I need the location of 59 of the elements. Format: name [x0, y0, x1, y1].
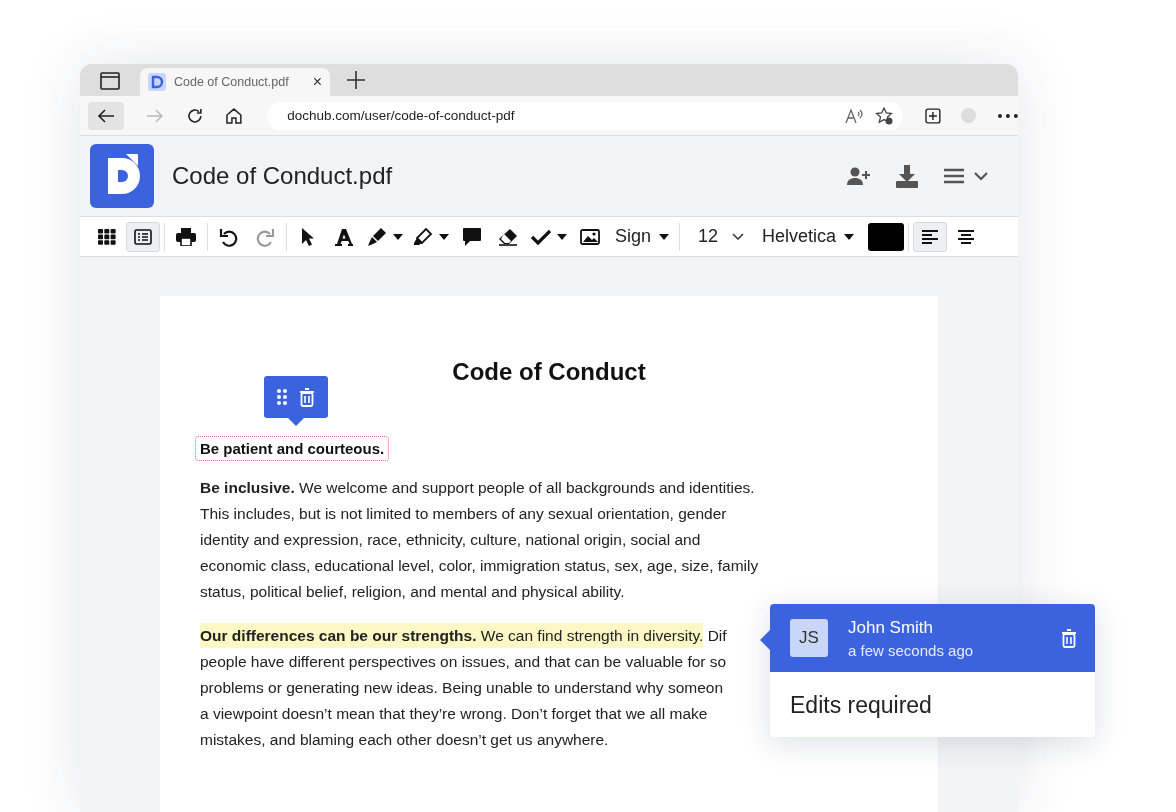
pen-icon: [367, 226, 387, 247]
grid-icon: [98, 228, 116, 245]
favicon-icon: [148, 73, 166, 91]
caret-icon: [844, 233, 855, 240]
speech-bubble-icon: [462, 226, 482, 247]
image-icon: [580, 228, 600, 245]
eraser-icon: [498, 227, 518, 246]
sign-dropdown[interactable]: Sign: [609, 221, 676, 252]
tab-title: Code of Conduct.pdf: [174, 75, 290, 89]
undo-icon: [219, 226, 239, 247]
align-left-icon: [921, 228, 940, 245]
list-icon: [134, 228, 152, 245]
checkmark-icon: [531, 228, 551, 245]
paragraph: Be inclusive. We welcome and support people of all backgrounds and identities. This includes, but is not limited to members of any sexual orientation, gender identity and expression, race, ethnicity, culture, national origin, social and economic class, educational level, color, immigration status, sex, age, size, family status, political belief, religion, and mental and physical ability.: [200, 478, 760, 602]
back-arrow-icon: [96, 108, 115, 123]
reload-icon[interactable]: [185, 106, 204, 125]
more-icon[interactable]: [998, 113, 1018, 118]
caret-icon: [557, 233, 567, 240]
chevron-icon: [974, 171, 988, 181]
chevron-icon: [732, 233, 745, 240]
caret-icon: [439, 233, 449, 240]
comment-text: Edits required: [789, 691, 933, 720]
new-tab-icon[interactable]: [346, 70, 366, 90]
text-icon: [335, 227, 353, 246]
document-title: Code of Conduct.pdf: [172, 162, 393, 190]
tab-close-button[interactable]: ×: [312, 73, 322, 91]
comment-author: John Smith: [848, 617, 935, 638]
delete-icon[interactable]: [299, 387, 315, 407]
font-size-dropdown[interactable]: 12: [684, 221, 755, 252]
printer-icon: [176, 227, 196, 246]
back-button[interactable]: [88, 101, 124, 130]
align-left-button[interactable]: [913, 221, 948, 252]
menu-button[interactable]: [944, 168, 988, 184]
add-user-icon[interactable]: [846, 166, 870, 186]
comment-time: a few seconds ago: [848, 641, 975, 659]
drag-handle-icon[interactable]: [277, 389, 287, 405]
browser-tab[interactable]: Code of Conduct.pdf ×: [140, 68, 330, 96]
align-center-icon: [957, 228, 976, 245]
cursor-icon: [301, 226, 315, 247]
logo-icon: [90, 144, 154, 208]
url-text: dochub.com/user/code-of-conduct-pdf: [287, 108, 516, 123]
redo-icon: [255, 226, 275, 247]
delete-icon[interactable]: [1061, 628, 1077, 648]
font-family-dropdown[interactable]: Helvetica: [756, 221, 861, 252]
favorite-star-icon[interactable]: [875, 106, 894, 125]
read-aloud-icon[interactable]: [845, 107, 864, 124]
document-heading: Code of Conduct: [451, 358, 647, 387]
window-icon[interactable]: [100, 72, 120, 90]
address-bar[interactable]: dochub.com/user/code-of-conduct-pdf: [267, 101, 904, 130]
menu-icon: [944, 168, 964, 184]
add-tab-icon[interactable]: [925, 107, 942, 124]
caret-icon: [659, 233, 670, 240]
download-icon[interactable]: [896, 164, 918, 188]
home-icon[interactable]: [225, 106, 244, 125]
color-swatch[interactable]: [868, 222, 905, 251]
list-view-button[interactable]: [126, 221, 160, 252]
highlighter-icon: [413, 226, 433, 247]
avatar: JS: [790, 619, 828, 657]
caret-icon: [393, 233, 403, 240]
